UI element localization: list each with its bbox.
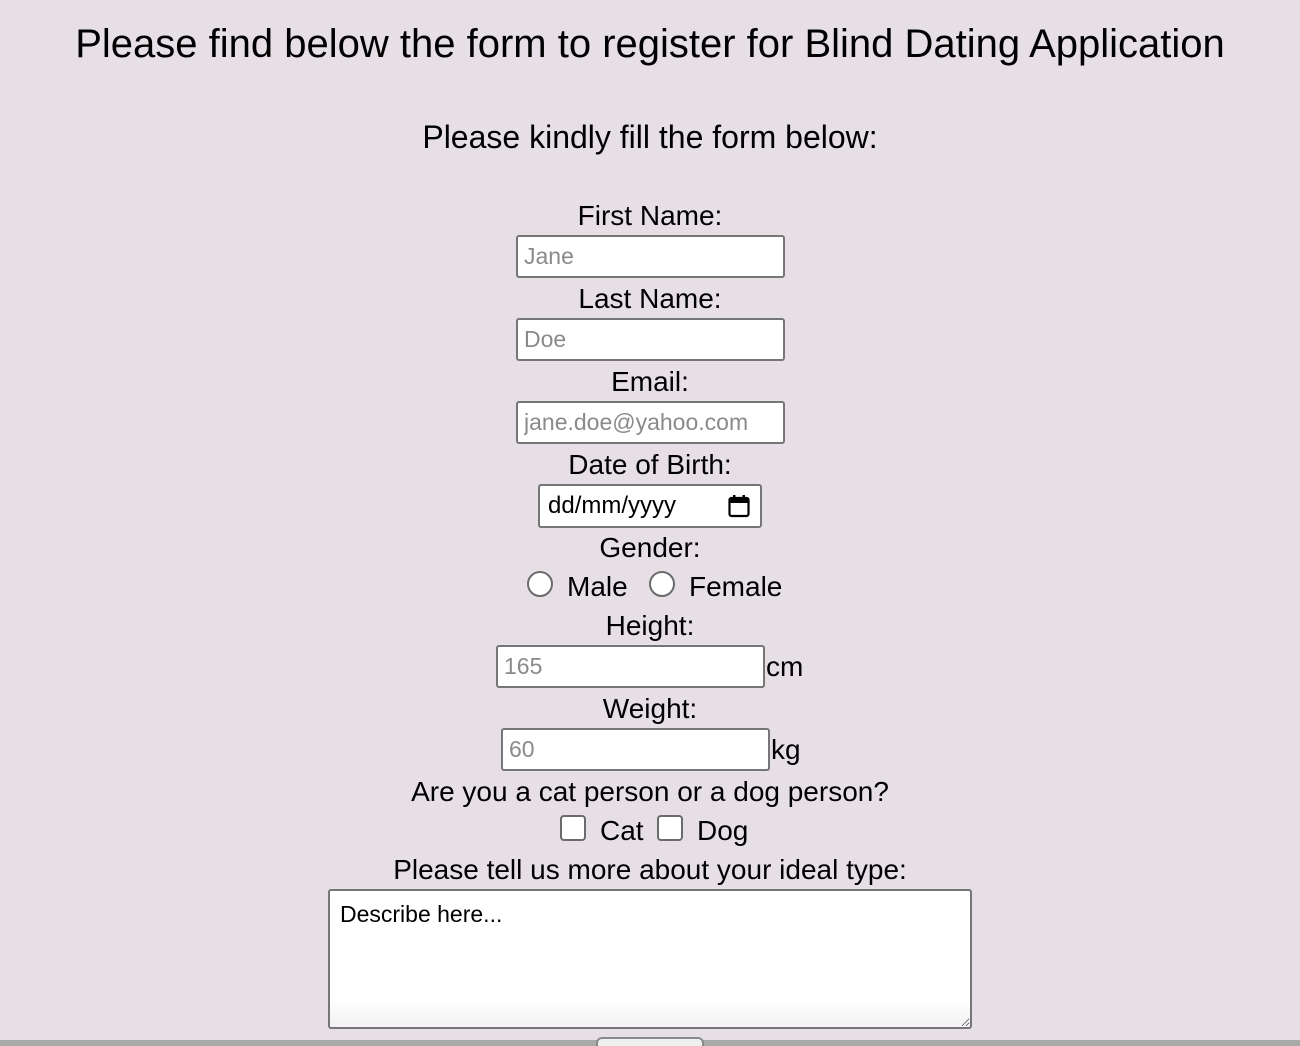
gender-option-female-label: Female: [689, 571, 783, 602]
gender-label: Gender:: [599, 532, 701, 563]
email-input[interactable]: [516, 401, 785, 444]
ideal-type-label: Please tell us more about your ideal typ…: [393, 854, 907, 885]
weight-label: Weight:: [602, 693, 698, 724]
gender-radio-female[interactable]: [649, 571, 675, 597]
pet-checkbox-cat[interactable]: [560, 815, 586, 841]
gender-radio-male[interactable]: [527, 571, 553, 597]
first-name-input[interactable]: [516, 235, 785, 278]
first-name-label: First Name:: [577, 200, 723, 231]
registration-page: Please find below the form to register f…: [0, 0, 1300, 1046]
pet-option-cat-label: Cat: [600, 815, 644, 846]
page-title: Please find below the form to register f…: [75, 22, 1225, 66]
ideal-type-textarea[interactable]: Describe here...: [328, 889, 972, 1029]
dob-format-text: dd/mm/yyyy: [548, 492, 677, 519]
height-label: Height:: [605, 610, 695, 641]
email-label: Email:: [611, 366, 689, 397]
pet-preference-label: Are you a cat person or a dog person?: [411, 776, 889, 807]
last-name-label: Last Name:: [578, 283, 722, 314]
form-subtitle: Please kindly fill the form below:: [422, 119, 878, 155]
height-unit: cm: [766, 651, 804, 682]
submit-button[interactable]: [596, 1037, 704, 1046]
dob-label: Date of Birth:: [568, 449, 732, 480]
calendar-icon[interactable]: [728, 494, 750, 518]
height-input[interactable]: [496, 645, 765, 688]
pet-option-dog-label: Dog: [697, 815, 749, 846]
last-name-input[interactable]: [516, 318, 785, 361]
dob-input[interactable]: dd/mm/yyyy: [538, 484, 762, 528]
pet-checkbox-dog[interactable]: [657, 815, 683, 841]
weight-input[interactable]: [501, 728, 770, 771]
gender-option-male-label: Male: [567, 571, 628, 602]
weight-unit: kg: [771, 734, 801, 765]
